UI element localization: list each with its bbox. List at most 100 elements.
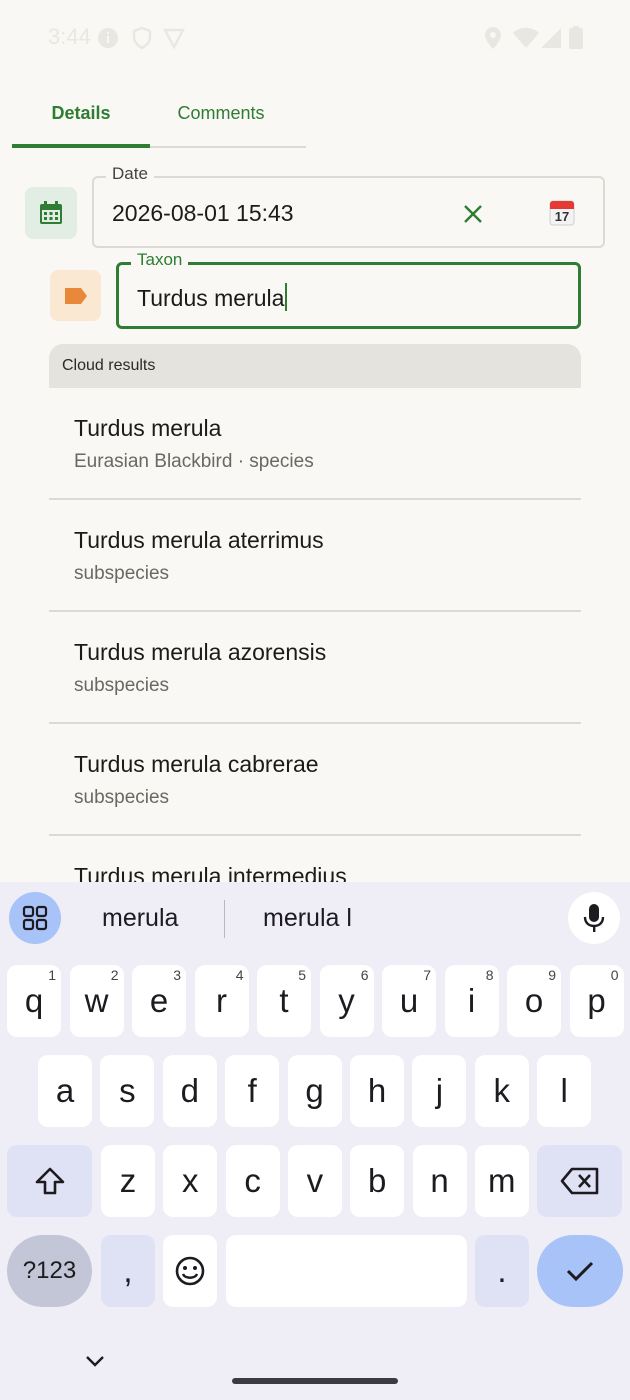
- key-g[interactable]: g: [287, 1055, 342, 1127]
- tab-comments[interactable]: Comments: [150, 80, 292, 146]
- clear-date-icon[interactable]: [463, 204, 483, 224]
- taxon-input[interactable]: Turdus merula: [137, 283, 288, 312]
- result-name: Turdus merula cabrerae: [74, 751, 319, 777]
- key-r[interactable]: r4: [194, 965, 249, 1037]
- checkmark-icon: [566, 1261, 594, 1282]
- key-label: w: [84, 982, 109, 1019]
- result-name: Turdus merula azorensis: [74, 639, 327, 665]
- key-t[interactable]: t5: [257, 965, 311, 1037]
- key-hint: 3: [173, 967, 181, 983]
- vpn-icon: [163, 28, 185, 50]
- key-hint: 9: [548, 967, 556, 983]
- key-o[interactable]: o9: [507, 965, 561, 1037]
- cloud-results-header: Cloud results: [49, 344, 581, 388]
- taxon-type-button[interactable]: [50, 270, 101, 321]
- key-s[interactable]: s: [100, 1055, 155, 1127]
- microphone-icon: [583, 904, 605, 932]
- result-sub: subspecies: [74, 675, 170, 696]
- key-hint: 6: [360, 967, 369, 983]
- label-icon: [64, 287, 87, 304]
- emoji-key[interactable]: [163, 1235, 217, 1307]
- emoji-icon: [175, 1256, 205, 1286]
- calendar-date-badge: 17: [554, 209, 570, 224]
- key-b[interactable]: b: [350, 1145, 405, 1217]
- result-item[interactable]: Turdus merula cabrerae subspecies: [49, 724, 581, 836]
- location-icon: [485, 27, 501, 49]
- key-hint: 1: [48, 967, 56, 983]
- result-item[interactable]: Turdus merula Eurasian Blackbird · speci…: [49, 388, 581, 500]
- date-field-value: 2026-08-01 15:43: [112, 200, 294, 226]
- shield-icon: [132, 26, 152, 50]
- taxon-field-label: Taxon: [131, 250, 189, 270]
- key-a[interactable]: a: [38, 1055, 92, 1127]
- tab-bar: Details Comments: [12, 80, 306, 148]
- result-name: Turdus merula aterrimus: [74, 527, 324, 553]
- symbols-key[interactable]: ?123: [7, 1235, 92, 1307]
- key-p[interactable]: p0: [569, 965, 624, 1037]
- key-l[interactable]: l: [537, 1055, 592, 1127]
- key-v[interactable]: v: [287, 1145, 342, 1217]
- key-label: r: [216, 982, 227, 1019]
- key-u[interactable]: u7: [382, 965, 436, 1037]
- key-hint: 4: [235, 967, 244, 983]
- key-d[interactable]: d: [162, 1055, 217, 1127]
- result-item[interactable]: Turdus merula aterrimus subspecies: [49, 500, 581, 612]
- status-bar: 3:44: [0, 0, 630, 76]
- keyboard: merula merula l q1w2e3r4t5y6u7i8o9p0 asd…: [0, 882, 630, 1400]
- key-n[interactable]: n: [412, 1145, 467, 1217]
- key-label: o: [524, 982, 544, 1019]
- key-w[interactable]: w2: [69, 965, 124, 1037]
- key-x[interactable]: x: [163, 1145, 218, 1217]
- key-hint: 7: [423, 967, 431, 983]
- key-label: e: [149, 982, 169, 1019]
- suggestion-chip[interactable]: merula l: [263, 904, 352, 933]
- wifi-icon: [513, 27, 539, 48]
- key-q[interactable]: q1: [7, 965, 61, 1037]
- key-label: q: [24, 982, 44, 1019]
- text-cursor: [285, 283, 288, 311]
- key-label: p: [587, 982, 606, 1019]
- date-field-label: Date: [106, 164, 154, 184]
- key-e[interactable]: e3: [132, 965, 186, 1037]
- suggestion-chip[interactable]: merula: [102, 904, 178, 933]
- grid-icon: [22, 905, 48, 931]
- key-j[interactable]: j: [412, 1055, 467, 1127]
- date-field[interactable]: Date 2026-08-01 15:43 17: [92, 164, 605, 248]
- backspace-key[interactable]: [537, 1145, 622, 1217]
- done-key[interactable]: [537, 1235, 623, 1307]
- result-sub: subspecies: [74, 563, 170, 584]
- space-key[interactable]: [226, 1235, 467, 1307]
- result-name: Turdus merula: [74, 415, 222, 441]
- key-f[interactable]: f: [225, 1055, 280, 1127]
- result-item[interactable]: Turdus merula azorensis subspecies: [49, 612, 581, 724]
- key-h[interactable]: h: [350, 1055, 404, 1127]
- hide-keyboard-icon[interactable]: [84, 1354, 106, 1368]
- status-time: 3:44: [48, 24, 91, 49]
- date-type-button[interactable]: [25, 187, 77, 239]
- key-z[interactable]: z: [101, 1145, 155, 1217]
- voice-input-button[interactable]: [568, 892, 620, 944]
- shift-key[interactable]: [7, 1145, 92, 1217]
- key-m[interactable]: m: [474, 1145, 529, 1217]
- shift-icon: [35, 1167, 64, 1195]
- key-y[interactable]: y6: [319, 965, 374, 1037]
- key-c[interactable]: c: [225, 1145, 280, 1217]
- key-hint: 0: [610, 967, 619, 983]
- result-sub: subspecies: [74, 787, 170, 808]
- key-label: t: [279, 982, 289, 1019]
- key-i[interactable]: i8: [444, 965, 499, 1037]
- signal-icon: [541, 28, 561, 48]
- apps-button[interactable]: [9, 892, 61, 944]
- tab-details[interactable]: Details: [12, 80, 150, 146]
- taxon-field[interactable]: Taxon Turdus merula: [116, 250, 581, 329]
- date-picker-button[interactable]: 17: [548, 199, 576, 227]
- key-hint: 2: [110, 967, 119, 983]
- backspace-icon: [560, 1167, 598, 1195]
- comma-key[interactable]: ,: [101, 1235, 155, 1307]
- calendar-icon: [40, 201, 62, 224]
- info-icon: [98, 28, 118, 48]
- period-key[interactable]: .: [475, 1235, 529, 1307]
- home-indicator[interactable]: [232, 1378, 398, 1384]
- battery-icon: [569, 26, 583, 49]
- key-k[interactable]: k: [474, 1055, 529, 1127]
